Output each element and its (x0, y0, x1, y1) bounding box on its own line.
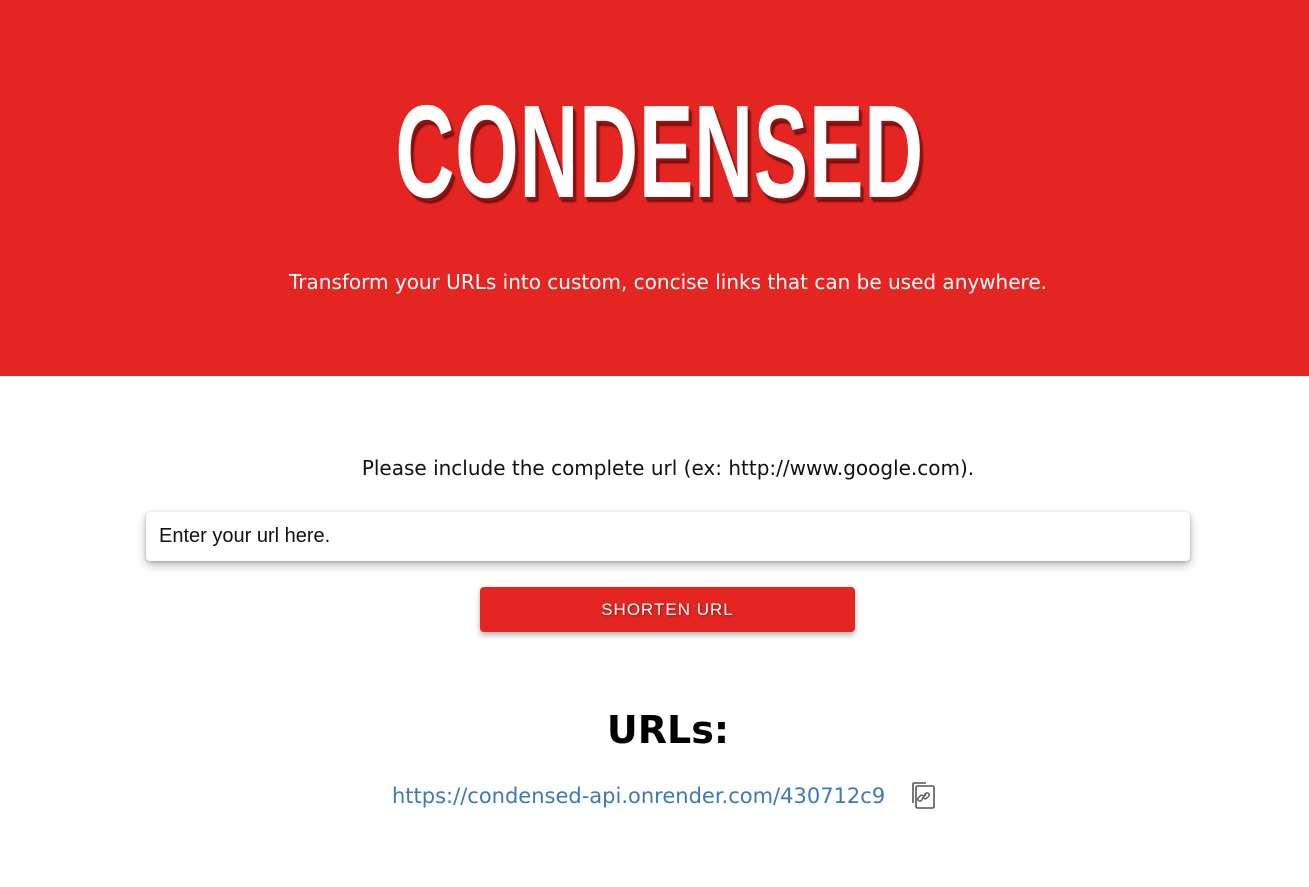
app-logo: CONDENSED (395, 78, 924, 225)
short-url-link[interactable]: https://condensed-api.onrender.com/43071… (392, 784, 885, 808)
copy-link-icon-graphic (912, 782, 936, 809)
shorten-url-button[interactable]: SHORTEN URL (480, 587, 855, 632)
urls-heading: URLs: (606, 708, 730, 752)
url-list-item: https://condensed-api.onrender.com/43071… (392, 778, 937, 814)
hero-banner: CONDENSED Transform your URLs into custo… (0, 0, 1309, 376)
url-input[interactable] (146, 512, 1190, 561)
tagline: Transform your URLs into custom, concise… (289, 270, 1047, 294)
url-instructions: Please include the complete url (ex: htt… (361, 456, 975, 480)
copy-link-icon[interactable] (909, 781, 937, 811)
